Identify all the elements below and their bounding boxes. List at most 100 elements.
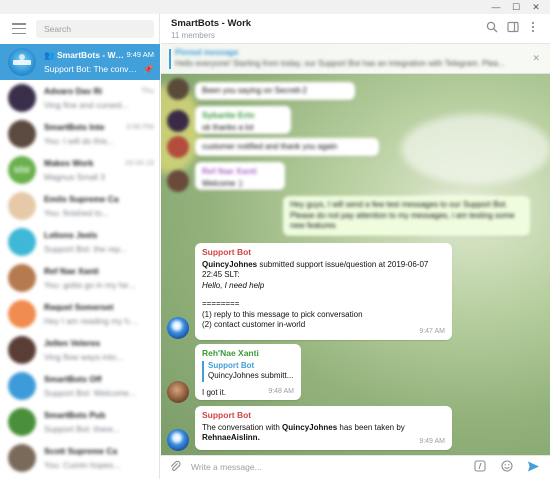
chat-item-name: Ref Nae Xanti [44, 266, 99, 276]
avatar [167, 136, 189, 158]
chat-item-time: 3:56 PM [126, 122, 154, 131]
chat-item-name: Makes Work [44, 158, 94, 168]
chat-item-name: Scott Supreme Ca [44, 446, 118, 456]
chat-item[interactable]: SmartBots Pub Support Bot: there... [0, 404, 160, 440]
chat-list-sidebar: Search 👥 SmartBots - Wo... 9:49 AM Suppo… [0, 14, 160, 479]
chat-item-name: SmartBots Pub [44, 410, 106, 420]
message-text: The conversation with QuincyJohnes has b… [202, 422, 405, 432]
chat-item-name: Jellen Veleres [44, 338, 101, 348]
chat-item-name: SmartBots Off [44, 374, 102, 384]
avatar [8, 300, 36, 328]
message-bubble: Sybarite Erin ok thanks a lot [195, 106, 291, 134]
avatar [8, 264, 36, 292]
avatar [167, 170, 189, 192]
message-time: 9:47 AM [419, 327, 445, 335]
message-time: 9:48 AM [268, 387, 294, 395]
chat-item-name: Emils Supreme Ca [44, 194, 119, 204]
chat-item[interactable]: Lelions Jeels Support Bot: the rep... [0, 224, 160, 260]
chat-item-preview: Support Bot: the rep... [44, 244, 128, 254]
support-bot-avatar[interactable] [167, 429, 189, 451]
avatar [167, 110, 189, 132]
chat-item[interactable]: Ref Nae Xanti You: gotta go in my hea... [0, 260, 160, 296]
search-input[interactable]: Search [36, 20, 154, 38]
chat-item[interactable]: Jellen Veleres Ving flow ways into... [0, 332, 160, 368]
message-text: ======== [202, 299, 240, 308]
chat-header: SmartBots - Work 11 members [161, 14, 550, 44]
reply-quote[interactable]: Support Bot QuincyJohnes submitt... [202, 360, 294, 382]
minimize-button[interactable]: — [488, 1, 504, 13]
chat-title[interactable]: SmartBots - Work [171, 18, 251, 29]
chat-item[interactable]: SmartBots Off Support Bot: Welcome... [0, 368, 160, 404]
send-icon[interactable] [525, 460, 541, 476]
compose-bar: Write a message... [161, 455, 550, 479]
chat-item[interactable]: Advaro Dav Ri Thu Ving fine and cursed... [0, 80, 160, 116]
support-bot-message: Support Bot The conversation with Quincy… [195, 406, 452, 450]
chat-item-smartbots-work[interactable]: 👥 SmartBots - Wo... 9:49 AM Support Bot:… [0, 44, 160, 80]
chat-item[interactable]: Raquel Somerset Hey I am reading my healt… [0, 296, 160, 332]
chat-item[interactable]: Scott Supreme Ca You: Cumin hopes... [0, 440, 160, 476]
message-sender: Support Bot [202, 247, 252, 257]
chat-item-time: 16.04.19 [124, 158, 154, 167]
message-text: (1) reply to this message to pick conver… [202, 309, 363, 319]
chat-item-preview: Magnus Small 3 [44, 172, 105, 182]
search-icon[interactable] [484, 21, 500, 37]
smartbots-logo-icon [13, 54, 31, 65]
menu-icon[interactable] [12, 23, 26, 35]
message-bubble: customer notified and thank you again [195, 138, 379, 156]
chat-item-preview: Ving fine and cursed... [44, 100, 129, 110]
chat-item-preview: Support Bot: there... [44, 424, 121, 434]
chat-item-preview: You: finished to... [44, 208, 109, 218]
more-options-icon[interactable] [525, 21, 541, 37]
chat-item-preview: Ving flow ways into... [44, 352, 124, 362]
avatar [8, 192, 36, 220]
user-avatar[interactable] [167, 381, 189, 403]
message-text: Hello, I need help [202, 280, 265, 290]
chat-item-preview: Support Bot: The convers... [44, 64, 140, 74]
chat-item-name: Raquel Somerset [44, 302, 114, 312]
member-count: 11 members [171, 31, 215, 40]
message-input[interactable]: Write a message... [191, 462, 262, 472]
chat-item-time: 9:49 AM [126, 50, 154, 59]
close-pinned-icon[interactable]: ✕ [532, 53, 540, 64]
commands-icon[interactable] [472, 460, 488, 476]
maximize-button[interactable]: ☐ [508, 1, 524, 13]
avatar [8, 336, 36, 364]
chat-item-preview: You: gotta go in my hea... [44, 280, 140, 290]
avatar [8, 408, 36, 436]
emoji-icon[interactable] [499, 460, 515, 476]
support-bot-avatar[interactable] [167, 317, 189, 339]
close-button[interactable]: ✕ [528, 1, 544, 13]
chat-item-name: SmartBots Inte [44, 122, 105, 132]
attach-icon[interactable] [167, 460, 183, 476]
message-text: (2) contact customer in-world [202, 320, 306, 329]
avatar [8, 84, 36, 112]
message-text: QuincyJohnes submitted support issue/que… [202, 259, 429, 280]
chat-item-name: 👥 SmartBots - Wo... [44, 50, 124, 60]
avatar [167, 78, 189, 100]
group-icon: 👥 [44, 50, 55, 60]
message-text: RehnaeAislinn. [202, 433, 260, 442]
sidebar-toggle-icon[interactable] [505, 21, 521, 37]
smartbots-avatar [8, 48, 36, 76]
pinned-title: Pinned message [175, 48, 239, 57]
chat-item[interactable]: MW Makes Work 16.04.19 Magnus Small 3 [0, 152, 160, 188]
pin-icon: 📌 [143, 65, 153, 74]
pinned-text: Hello everyone! Starting from today, our… [175, 59, 505, 68]
outgoing-message-bubble: Hey guys, I will send a few test message… [283, 196, 530, 236]
message-area[interactable]: Pinned message Hello everyone! Starting … [161, 44, 550, 455]
chat-item[interactable]: SmartBots Inte 3:56 PM You: I will do this… [0, 116, 160, 152]
avatar [8, 228, 36, 256]
chat-item-preview: You: Cumin hopes... [44, 460, 121, 470]
message-bubble: Been you saying on Secrett-2 [195, 82, 355, 100]
pinned-message-bar[interactable]: Pinned message Hello everyone! Starting … [161, 44, 550, 74]
chat-item-preview: You: I will do this... [44, 136, 115, 146]
message-sender: Reh'Nae Xanti [202, 348, 259, 358]
chat-item[interactable]: Emils Supreme Ca You: finished to... [0, 188, 160, 224]
window-titlebar: — ☐ ✕ [0, 0, 550, 14]
chat-item-time: Thu [141, 86, 154, 95]
chat-item-preview: Hey I am reading my health d... [44, 316, 140, 326]
avatar [8, 120, 36, 148]
avatar [8, 444, 36, 472]
support-bot-message: Support Bot QuincyJohnes submitted suppo… [195, 243, 452, 340]
message-time: 9:49 AM [419, 437, 445, 445]
